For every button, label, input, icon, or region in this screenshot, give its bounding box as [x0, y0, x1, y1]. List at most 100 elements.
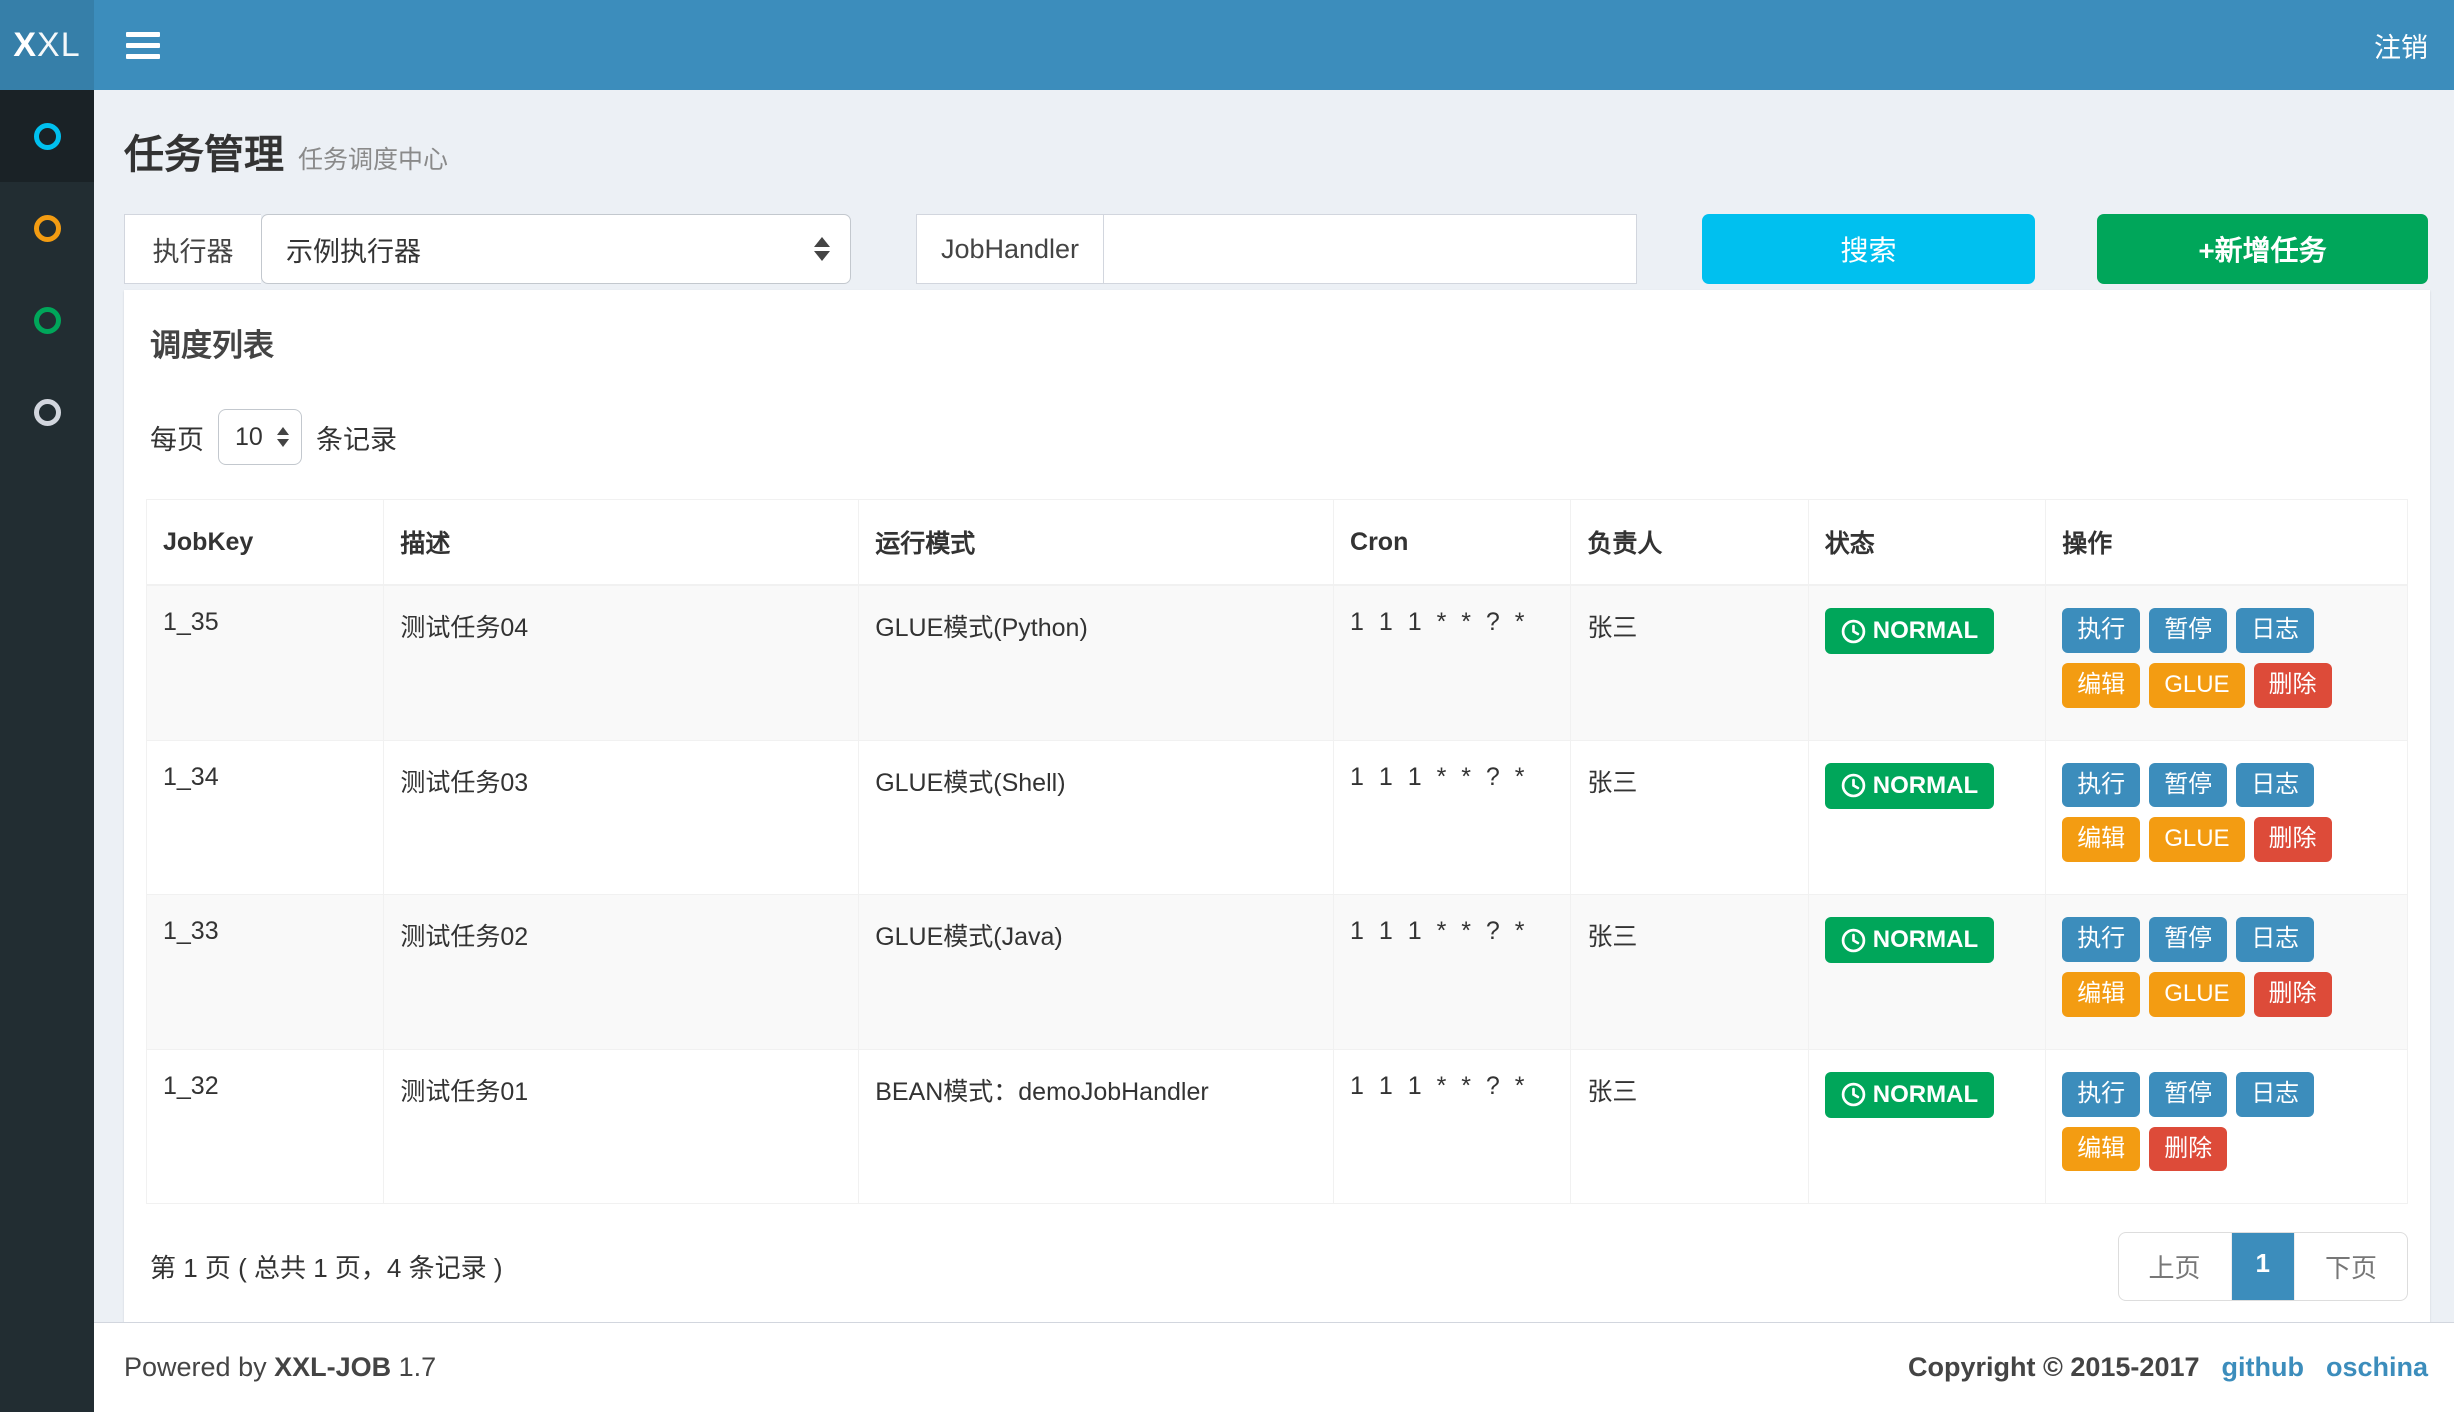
owner-cell: 张三 [1571, 585, 1808, 740]
column-header: 操作 [2046, 500, 2408, 586]
jobhandler-input[interactable] [1103, 214, 1637, 284]
filter-bar: 执行器 示例执行器 JobHandler 搜索 +新增任务 [124, 214, 2430, 284]
jobkey-cell: 1_32 [147, 1049, 384, 1204]
owner-cell: 张三 [1571, 740, 1808, 895]
column-header: 状态 [1808, 500, 2045, 586]
github-link[interactable]: github [2222, 1352, 2304, 1383]
action-button-日志[interactable]: 日志 [2236, 1072, 2314, 1117]
brand-version: 1.7 [399, 1352, 437, 1382]
actions-cell: 执行暂停日志编辑删除 [2046, 1049, 2408, 1204]
logo-rest: XL [37, 26, 81, 65]
action-button-日志[interactable]: 日志 [2236, 608, 2314, 653]
jobkey-cell: 1_34 [147, 740, 384, 895]
action-button-执行[interactable]: 执行 [2062, 917, 2140, 962]
current-page-button[interactable]: 1 [2231, 1233, 2294, 1300]
action-button-执行[interactable]: 执行 [2062, 763, 2140, 808]
description-cell: 测试任务03 [384, 740, 859, 895]
sidebar [0, 90, 94, 1412]
executor-select[interactable]: 示例执行器 [261, 214, 851, 284]
app-logo[interactable]: XXL [0, 0, 94, 90]
column-header: 负责人 [1571, 500, 1808, 586]
cron-cell: 1 1 1 * * ? * [1334, 585, 1571, 740]
circle-icon [34, 123, 61, 150]
description-cell: 测试任务04 [384, 585, 859, 740]
action-button-暂停[interactable]: 暂停 [2149, 917, 2227, 962]
run-mode-cell: GLUE模式(Python) [859, 585, 1334, 740]
table-row: 1_34测试任务03GLUE模式(Shell)1 1 1 * * ? *张三NO… [147, 740, 2408, 895]
sidebar-item-1[interactable] [0, 90, 94, 182]
executor-filter-group: 执行器 示例执行器 [124, 214, 851, 284]
action-button-编辑[interactable]: 编辑 [2062, 972, 2140, 1017]
action-button-编辑[interactable]: 编辑 [2062, 663, 2140, 708]
copyright-area: Copyright © 2015-2017 github oschina [1908, 1352, 2428, 1383]
executor-label: 执行器 [124, 214, 261, 284]
action-button-暂停[interactable]: 暂停 [2149, 1072, 2227, 1117]
run-mode-cell: GLUE模式(Java) [859, 895, 1334, 1050]
action-button-日志[interactable]: 日志 [2236, 763, 2314, 808]
page-size-value: 10 [235, 423, 263, 452]
action-button-暂停[interactable]: 暂停 [2149, 763, 2227, 808]
action-button-删除[interactable]: 删除 [2254, 663, 2332, 708]
select-arrows-icon [277, 427, 289, 447]
actions-cell: 执行暂停日志编辑GLUE删除 [2046, 585, 2408, 740]
action-button-删除[interactable]: 删除 [2149, 1127, 2227, 1172]
cron-cell: 1 1 1 * * ? * [1334, 1049, 1571, 1204]
sidebar-item-2[interactable] [0, 182, 94, 274]
page-subtitle: 任务调度中心 [298, 140, 448, 176]
page-size-suffix: 条记录 [316, 418, 397, 457]
column-header: 运行模式 [859, 500, 1334, 586]
action-button-编辑[interactable]: 编辑 [2062, 1127, 2140, 1172]
page-size-select[interactable]: 10 [218, 409, 302, 465]
cron-cell: 1 1 1 * * ? * [1334, 740, 1571, 895]
panel-title: 调度列表 [150, 320, 2408, 365]
action-button-删除[interactable]: 删除 [2254, 972, 2332, 1017]
footer: Powered by XXL-JOB 1.7 Copyright © 2015-… [94, 1322, 2454, 1412]
clock-icon [1841, 928, 1866, 953]
action-button-GLUE[interactable]: GLUE [2149, 972, 2244, 1017]
action-button-GLUE[interactable]: GLUE [2149, 663, 2244, 708]
oschina-link[interactable]: oschina [2326, 1352, 2428, 1383]
actions-cell: 执行暂停日志编辑GLUE删除 [2046, 740, 2408, 895]
logo-bold: X [13, 26, 37, 65]
actions-cell: 执行暂停日志编辑GLUE删除 [2046, 895, 2408, 1050]
circle-icon [34, 307, 61, 334]
page-size-prefix: 每页 [150, 418, 204, 457]
logout-link[interactable]: 注销 [2374, 26, 2428, 65]
schedule-list-panel: 调度列表 每页 10 条记录 JobKey描述运行模式Cron负责人状态操作 1… [124, 290, 2430, 1322]
action-button-执行[interactable]: 执行 [2062, 1072, 2140, 1117]
clock-icon [1841, 619, 1866, 644]
next-page-button[interactable]: 下页 [2294, 1233, 2407, 1300]
action-button-GLUE[interactable]: GLUE [2149, 817, 2244, 862]
select-arrows-icon [814, 237, 830, 261]
sidebar-toggle-icon[interactable] [126, 32, 160, 59]
status-cell: NORMAL [1808, 895, 2045, 1050]
status-cell: NORMAL [1808, 585, 2045, 740]
search-button[interactable]: 搜索 [1702, 214, 2035, 284]
status-badge: NORMAL [1825, 1072, 1994, 1118]
powered-by: Powered by XXL-JOB 1.7 [124, 1352, 436, 1383]
pager-group: 上页 1 下页 [2118, 1232, 2409, 1301]
sidebar-item-3[interactable] [0, 274, 94, 366]
circle-icon [34, 399, 61, 426]
action-button-暂停[interactable]: 暂停 [2149, 608, 2227, 653]
prev-page-button[interactable]: 上页 [2119, 1233, 2231, 1300]
add-job-button[interactable]: +新增任务 [2097, 214, 2428, 284]
action-button-删除[interactable]: 删除 [2254, 817, 2332, 862]
page-size-control: 每页 10 条记录 [150, 409, 2408, 465]
powered-prefix: Powered by [124, 1352, 267, 1382]
cron-cell: 1 1 1 * * ? * [1334, 895, 1571, 1050]
status-badge: NORMAL [1825, 608, 1994, 654]
action-button-日志[interactable]: 日志 [2236, 917, 2314, 962]
action-button-编辑[interactable]: 编辑 [2062, 817, 2140, 862]
job-table-body: 1_35测试任务04GLUE模式(Python)1 1 1 * * ? *张三N… [147, 585, 2408, 1204]
status-cell: NORMAL [1808, 1049, 2045, 1204]
page-title: 任务管理 [124, 122, 284, 180]
circle-icon [34, 215, 61, 242]
column-header: Cron [1334, 500, 1571, 586]
action-button-执行[interactable]: 执行 [2062, 608, 2140, 653]
pagination-bar: 第 1 页 ( 总共 1 页，4 条记录 ) 上页 1 下页 [146, 1232, 2408, 1301]
page-header: 任务管理 任务调度中心 [124, 122, 2430, 180]
sidebar-item-4[interactable] [0, 366, 94, 458]
jobhandler-label: JobHandler [916, 214, 1103, 284]
copyright-text: Copyright © 2015-2017 [1908, 1352, 2200, 1383]
